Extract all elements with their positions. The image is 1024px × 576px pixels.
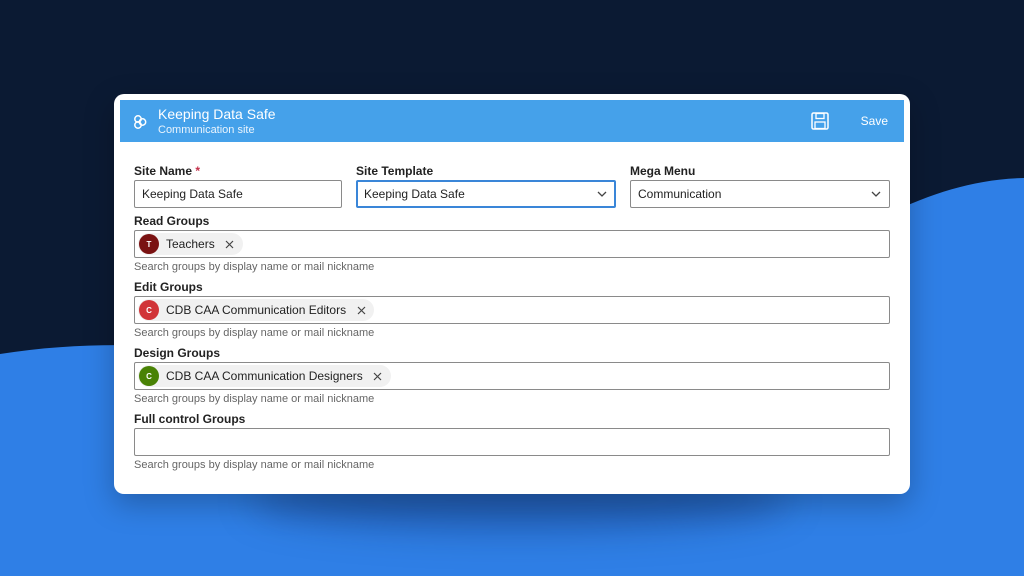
avatar: T [139, 234, 159, 254]
chip-label: CDB CAA Communication Editors [166, 303, 347, 317]
site-title: Keeping Data Safe [158, 106, 276, 122]
close-icon[interactable] [371, 369, 385, 383]
site-settings-card: Keeping Data Safe Communication site Sav… [114, 94, 910, 494]
read-groups-hint: Search groups by display name or mail ni… [134, 261, 375, 273]
avatar: C [139, 366, 159, 386]
read-groups-picker[interactable]: T Teachers [134, 230, 890, 258]
sharepoint-icon [134, 115, 147, 129]
group-chip: C CDB CAA Communication Designers [138, 365, 391, 387]
edit-groups-label: Edit Groups [134, 280, 203, 294]
close-icon[interactable] [223, 237, 237, 251]
design-groups-label: Design Groups [134, 346, 221, 360]
site-template-select[interactable]: Keeping Data Safe [356, 180, 616, 208]
full-control-groups-picker[interactable] [134, 428, 890, 456]
avatar: C [139, 300, 159, 320]
site-template-value: Keeping Data Safe [364, 187, 465, 201]
mega-menu-select[interactable]: Communication [630, 180, 890, 208]
chevron-down-icon [871, 191, 881, 197]
site-template-label: Site Template [356, 164, 434, 178]
edit-groups-picker[interactable]: C CDB CAA Communication Editors [134, 296, 890, 324]
site-subtitle: Communication site [158, 124, 255, 136]
site-name-label-text: Site Name [134, 164, 193, 178]
design-groups-hint: Search groups by display name or mail ni… [134, 393, 375, 405]
full-control-groups-hint: Search groups by display name or mail ni… [134, 459, 375, 471]
edit-groups-hint: Search groups by display name or mail ni… [134, 327, 375, 339]
read-groups-label: Read Groups [134, 214, 210, 228]
close-icon[interactable] [354, 303, 368, 317]
floppy-disk-icon [811, 112, 829, 130]
save-button[interactable]: Save [810, 108, 894, 134]
group-chip: T Teachers [138, 233, 243, 255]
design-groups-picker[interactable]: C CDB CAA Communication Designers [134, 362, 890, 390]
site-name-label: Site Name * [134, 164, 200, 178]
full-control-groups-label: Full control Groups [134, 412, 246, 426]
required-mark: * [195, 164, 201, 178]
mega-menu-value: Communication [638, 187, 722, 201]
chip-label: CDB CAA Communication Designers [166, 369, 363, 383]
chevron-down-icon [597, 191, 607, 197]
chip-label: Teachers [166, 237, 215, 251]
site-name-input[interactable] [134, 180, 342, 208]
mega-menu-label: Mega Menu [630, 164, 696, 178]
save-label: Save [860, 114, 888, 128]
card-header: Keeping Data Safe Communication site Sav… [120, 100, 904, 142]
group-chip: C CDB CAA Communication Editors [138, 299, 375, 321]
